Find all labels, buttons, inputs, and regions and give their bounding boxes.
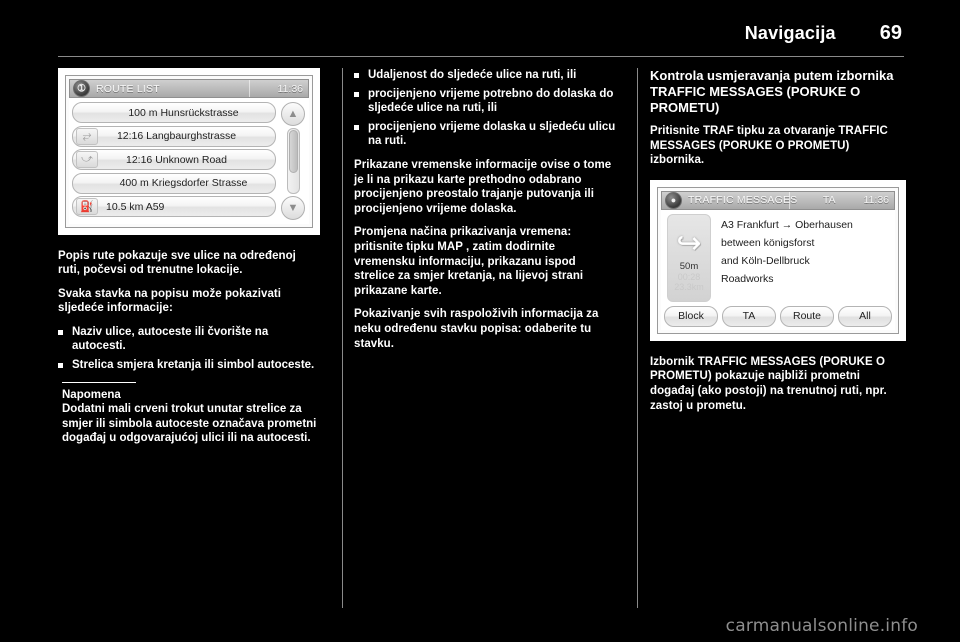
message-line: A3 Frankfurt → Oberhausen — [721, 218, 853, 231]
arrow-distance: 50m — [679, 260, 699, 272]
traffic-ta-indicator: TA — [822, 194, 836, 207]
list-item-text: Naziv ulice, autoceste ili čvorište na a… — [72, 325, 269, 353]
message-line: Roadworks — [721, 272, 774, 285]
list-item-text: Udaljenost do sljedeće ulice na ruti, il… — [368, 69, 577, 81]
page-title: Navigacija — [744, 22, 836, 43]
turn-right-arrow-icon: ↪ — [676, 226, 702, 260]
chevron-up-icon[interactable]: ▲ — [281, 102, 305, 126]
column-2: Udaljenost do sljedeće ulice na ruti, il… — [336, 68, 632, 608]
column-1: ➀ ROUTE LIST 11:36 100 m Hunsrückstrasse — [58, 68, 336, 608]
list-item-text: Strelica smjera kretanja ili simbol auto… — [72, 359, 315, 372]
note-title: Napomena — [62, 388, 121, 401]
col2-paragraph-2: Promjena načina prikazivanja vremena: pr… — [354, 226, 584, 297]
route-list-item[interactable]: 400 m Kriegsdorfer Strasse — [72, 172, 276, 194]
all-button[interactable]: All — [838, 305, 892, 327]
list-item: procijenjeno vrijeme dolaska u sljedeću … — [354, 120, 616, 149]
route-list-titlebar: ➀ ROUTE LIST 11:36 — [69, 79, 309, 98]
route-list-item[interactable]: ⥂ 12:16 Langbaurghstrasse — [72, 125, 276, 147]
list-item-text: procijenjeno vrijeme dolaska u sljedeću … — [368, 120, 616, 148]
eta-distance: 23.3km — [674, 281, 704, 292]
route-list-title: ROUTE LIST — [96, 82, 160, 95]
traffic-titlebar: ● TRAFFIC MESSAGES TA 11:36 — [661, 190, 895, 210]
content-columns: ➀ ROUTE LIST 11:36 100 m Hunsrückstrasse — [58, 68, 906, 608]
traffic-button-row: Block TA Route All — [661, 304, 895, 330]
chevron-down-icon[interactable]: ▼ — [281, 195, 305, 220]
col2-paragraph-3: Pokazivanje svih raspoloživih informacij… — [354, 308, 599, 350]
route-list-item[interactable]: ⤻ 12:16 Unknown Road — [72, 149, 276, 170]
traffic-body: ↪ 50m 00:28 23.3km A3 Frankfurt → Oberha… — [661, 209, 895, 330]
traffic-clock: 11:36 — [863, 194, 890, 207]
col1-bullet-list: Naziv ulice, autoceste ili čvorište na a… — [58, 325, 320, 373]
route-item-label: 12:16 Langbaurghstrasse — [116, 130, 237, 142]
turn-right-icon: ⥂ — [76, 127, 98, 145]
site-watermark: carmanualsonline.info — [725, 616, 918, 636]
route-button[interactable]: Route — [780, 305, 834, 327]
section-title: Kontrola usmjeravanja putem izbornika TR… — [650, 68, 894, 115]
titlebar-separator-1 — [789, 191, 790, 209]
traffic-icon: ● — [665, 191, 682, 209]
info-icon: ➀ — [73, 80, 90, 97]
route-list-screenshot: ➀ ROUTE LIST 11:36 100 m Hunsrückstrasse — [58, 68, 320, 235]
route-item-label: 400 m Kriegsdorfer Strasse — [119, 177, 248, 189]
eta-time: 00:28 — [677, 271, 701, 282]
col3-paragraph-2: Izbornik TRAFFIC MESSAGES (PORUKE O PROM… — [650, 355, 887, 412]
message-line: between königsforst — [721, 236, 815, 249]
col1-paragraph-1: Popis rute pokazuje sve ulice na određen… — [58, 249, 296, 277]
list-item: Naziv ulice, autoceste ili čvorište na a… — [58, 325, 320, 354]
traffic-title: TRAFFIC MESSAGES — [688, 194, 798, 207]
col3-paragraph-1: Pritisnite TRAF tipku za otvaranje TRAFF… — [650, 125, 888, 167]
route-item-label: 10.5 km A59 — [106, 200, 165, 213]
block-button[interactable]: Block — [664, 305, 718, 327]
message-line: and Köln-Dellbruck — [721, 254, 810, 267]
bullet-square-icon — [58, 329, 63, 335]
bullet-square-icon — [354, 124, 359, 130]
column-3: Kontrola usmjeravanja putem izbornika TR… — [632, 68, 906, 608]
col2-paragraph-1: Prikazane vremenske informacije ovise o … — [354, 158, 612, 215]
bullet-square-icon — [354, 73, 359, 78]
ta-button[interactable]: TA — [722, 305, 776, 327]
list-item: Udaljenost do sljedeće ulice na ruti, il… — [354, 68, 616, 83]
route-item-label: 100 m Hunsrückstrasse — [128, 106, 239, 119]
list-item: procijenjeno vrijeme potrebno do dolaska… — [354, 87, 616, 116]
page-number: 69 — [879, 21, 902, 44]
col1-paragraph-2: Svaka stavka na popisu može pokazivati s… — [58, 287, 282, 315]
titlebar-separator — [249, 80, 250, 97]
col2-bullet-list: Udaljenost do sljedeće ulice na ruti, il… — [354, 68, 616, 149]
scroll-thumb[interactable] — [288, 130, 298, 174]
route-list-clock: 11:36 — [277, 82, 304, 95]
traffic-messages-screenshot: ● TRAFFIC MESSAGES TA 11:36 ↪ 50m 00:28 … — [650, 179, 906, 341]
route-item-label: 12:16 Unknown Road — [126, 153, 227, 166]
direction-arrow-panel: ↪ 50m 00:28 23.3km — [667, 213, 711, 302]
route-list-body: 100 m Hunsrückstrasse ⥂ 12:16 Langbaurgh… — [69, 98, 309, 224]
turn-slight-icon: ⤻ — [76, 151, 98, 168]
route-list-item[interactable]: ⛽ 10.5 km A59 — [72, 196, 276, 217]
route-list-scrollbar[interactable]: ▲ ▼ — [280, 102, 306, 220]
note-text: Dodatni mali crveni trokut unutar streli… — [62, 403, 317, 445]
traffic-message-text: A3 Frankfurt → Oberhausen between königs… — [711, 214, 893, 302]
scroll-track[interactable] — [286, 128, 300, 194]
route-list-rows: 100 m Hunsrückstrasse ⥂ 12:16 Langbaurgh… — [72, 102, 276, 220]
list-item: Strelica smjera kretanja ili simbol auto… — [58, 358, 320, 373]
bullet-square-icon — [354, 91, 359, 97]
bullet-square-icon — [58, 363, 63, 369]
note-divider — [62, 381, 136, 383]
note-block: Napomena Dodatni mali crveni trokut unut… — [62, 381, 320, 446]
header-divider — [58, 56, 904, 57]
motorway-icon: ⛽ — [76, 198, 98, 215]
route-list-item[interactable]: 100 m Hunsrückstrasse — [72, 102, 276, 123]
list-item-text: procijenjeno vrijeme potrebno do dolaska… — [368, 87, 614, 115]
page-header: Navigacija 69 — [60, 16, 902, 50]
